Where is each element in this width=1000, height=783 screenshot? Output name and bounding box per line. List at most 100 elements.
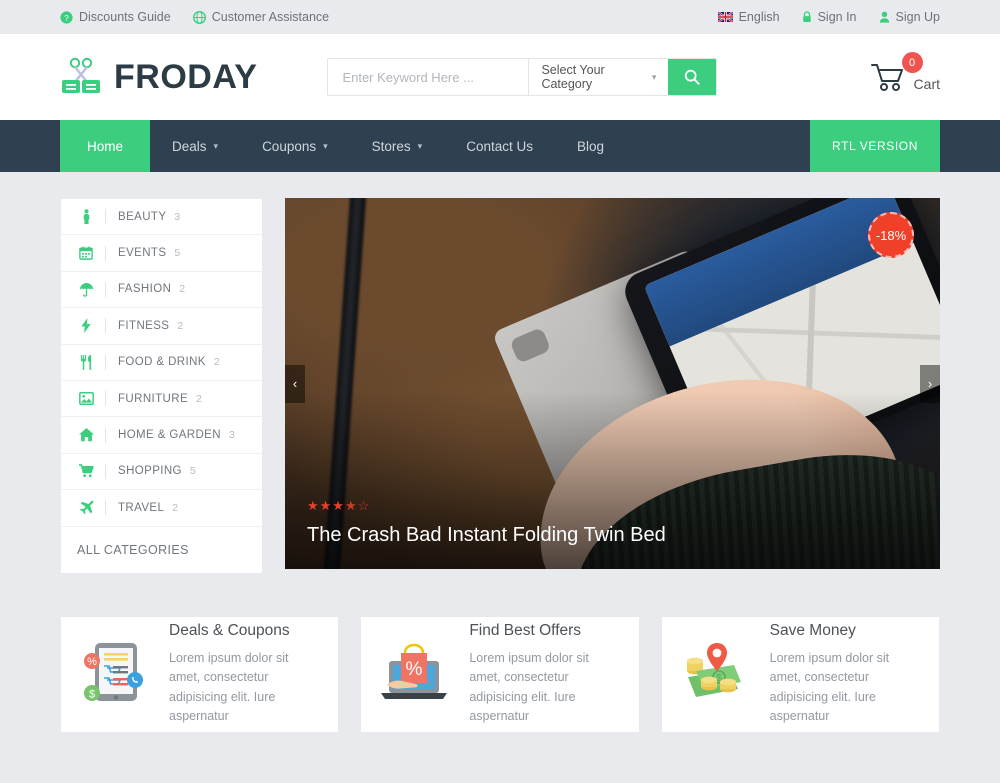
money-pin-icon: $ bbox=[678, 635, 756, 713]
category-item-food-and-drink[interactable]: FOOD & DRINK 2 bbox=[61, 345, 262, 381]
hero-title: The Crash Bad Instant Folding Twin Bed bbox=[307, 524, 666, 546]
feature-card-text: Save Money Lorem ipsum dolor sit amet, c… bbox=[770, 622, 923, 727]
category-item-shopping[interactable]: SHOPPING 5 bbox=[61, 454, 262, 491]
hero-caption: ★★★★☆ The Crash Bad Instant Folding Twin… bbox=[307, 498, 666, 547]
category-label: TRAVEL bbox=[118, 501, 165, 514]
category-item-furniture[interactable]: FURNITURE 2 bbox=[61, 381, 262, 418]
cart-button[interactable]: 0 Cart bbox=[870, 52, 940, 93]
chevron-down-icon: ▾ bbox=[213, 140, 219, 151]
category-count: 5 bbox=[174, 247, 181, 260]
topbar-link-discounts-guide[interactable]: ? Discounts Guide bbox=[60, 10, 171, 24]
chevron-down-icon: ▾ bbox=[417, 140, 423, 151]
chevron-down-icon: ▾ bbox=[651, 71, 657, 82]
chevron-right-icon: › bbox=[927, 376, 933, 391]
category-item-fitness[interactable]: FITNESS 2 bbox=[61, 308, 262, 345]
nav-label: Home bbox=[87, 138, 124, 154]
image-icon bbox=[75, 392, 97, 406]
user-icon bbox=[879, 11, 890, 23]
svg-text:?: ? bbox=[64, 13, 69, 22]
sign-in-link[interactable]: Sign In bbox=[802, 10, 857, 24]
laptop-shopping-bag-icon: % bbox=[377, 635, 455, 713]
category-item-home-and-garden[interactable]: HOME & GARDEN 3 bbox=[61, 417, 262, 454]
cart-count-badge: 0 bbox=[901, 52, 923, 73]
feature-description: Lorem ipsum dolor sit amet, consectetur … bbox=[469, 650, 589, 723]
category-item-beauty[interactable]: BEAUTY 3 bbox=[61, 199, 262, 236]
category-label: BEAUTY bbox=[118, 210, 167, 223]
nav-label: Coupons bbox=[262, 138, 317, 154]
logo[interactable]: FRODAY bbox=[60, 56, 257, 98]
nav-item-stores[interactable]: Stores ▾ bbox=[350, 120, 445, 172]
feature-card-deals-coupons: % $ Deals & Coupons Lorem ipsum dolor si… bbox=[60, 615, 340, 733]
svg-text:%: % bbox=[87, 656, 97, 668]
category-count: 3 bbox=[228, 429, 235, 442]
calendar-icon bbox=[75, 246, 97, 260]
topbar-link-label: Customer Assistance bbox=[211, 10, 330, 24]
search-input[interactable] bbox=[328, 59, 529, 95]
category-count: 2 bbox=[196, 392, 202, 405]
category-count: 2 bbox=[172, 501, 179, 514]
category-label: SHOPPING bbox=[118, 465, 182, 478]
nav-item-deals[interactable]: Deals ▾ bbox=[150, 120, 240, 172]
feature-description: Lorem ipsum dolor sit amet, consectetur … bbox=[769, 650, 890, 723]
home-icon bbox=[75, 428, 97, 442]
nav-label: Blog bbox=[576, 138, 605, 154]
discount-badge: -18% bbox=[868, 212, 914, 258]
category-item-fashion[interactable]: FASHION 2 bbox=[61, 272, 262, 309]
lock-icon bbox=[802, 11, 812, 23]
divider bbox=[105, 500, 106, 516]
category-sidebar: BEAUTY 3 EVENTS 5 FASHION 2 FITNESS 2 FO… bbox=[60, 198, 263, 574]
chevron-left-icon: ‹ bbox=[292, 376, 298, 391]
search-icon bbox=[684, 69, 701, 85]
nav-item-coupons[interactable]: Coupons ▾ bbox=[240, 120, 350, 172]
rtl-version-button[interactable]: RTL VERSION bbox=[810, 120, 940, 172]
category-count: 2 bbox=[213, 356, 220, 369]
feature-card-text: Find Best Offers Lorem ipsum dolor sit a… bbox=[469, 622, 622, 727]
sign-in-label: Sign In bbox=[817, 10, 857, 24]
topbar-link-label: Discounts Guide bbox=[79, 10, 171, 24]
hero-slider: -18% ★★★★☆ The Crash Bad Instant Folding… bbox=[285, 198, 940, 569]
divider bbox=[105, 391, 106, 407]
all-categories-link[interactable]: ALL CATEGORIES bbox=[61, 527, 262, 573]
topbar-link-customer-assistance[interactable]: Customer Assistance bbox=[192, 10, 330, 24]
search-button[interactable] bbox=[668, 59, 717, 95]
divider bbox=[105, 281, 106, 297]
search-bar: Select Your Category ▾ bbox=[327, 58, 718, 96]
divider bbox=[105, 427, 106, 443]
category-count: 3 bbox=[174, 210, 181, 223]
feature-card-text: Deals & Coupons Lorem ipsum dolor sit am… bbox=[169, 622, 322, 727]
category-select[interactable]: Select Your Category ▾ bbox=[528, 59, 668, 95]
nav-item-home[interactable]: Home bbox=[60, 120, 151, 172]
feature-card-find-best-offers: % Find Best Offers Lorem ipsum dolor sit… bbox=[360, 615, 640, 733]
category-item-travel[interactable]: TRAVEL 2 bbox=[61, 490, 262, 527]
nav-item-contact-us[interactable]: Contact Us bbox=[444, 120, 555, 172]
sign-up-link[interactable]: Sign Up bbox=[879, 10, 940, 24]
language-selector[interactable]: English bbox=[717, 10, 780, 24]
tablet-deals-icon: % $ bbox=[77, 635, 155, 713]
feature-title: Find Best Offers bbox=[469, 621, 582, 639]
uk-flag-icon bbox=[717, 12, 733, 22]
category-label: HOME & GARDEN bbox=[118, 429, 221, 442]
plane-icon bbox=[75, 500, 97, 515]
category-select-label: Select Your Category bbox=[541, 63, 605, 91]
bolt-icon bbox=[75, 318, 97, 334]
svg-text:%: % bbox=[406, 659, 423, 680]
category-label: FITNESS bbox=[118, 319, 170, 332]
category-item-events[interactable]: EVENTS 5 bbox=[61, 235, 262, 272]
rating-stars: ★★★★☆ bbox=[307, 498, 371, 513]
divider bbox=[105, 245, 106, 261]
cutlery-icon bbox=[75, 354, 97, 370]
person-beauty-icon bbox=[75, 209, 97, 225]
slider-next-button[interactable]: › bbox=[920, 364, 940, 403]
cart-icon bbox=[75, 464, 97, 478]
nav-item-blog[interactable]: Blog bbox=[555, 120, 626, 172]
top-bar-right-links: English Sign In Sign Up bbox=[717, 10, 940, 24]
nav-label: Stores bbox=[371, 138, 411, 154]
divider bbox=[105, 318, 106, 334]
slider-prev-button[interactable]: ‹ bbox=[285, 364, 305, 403]
cart-label: Cart bbox=[913, 76, 940, 92]
divider bbox=[105, 354, 106, 370]
main-content: BEAUTY 3 EVENTS 5 FASHION 2 FITNESS 2 FO… bbox=[0, 172, 1000, 574]
site-header: FRODAY Select Your Category ▾ bbox=[0, 34, 1000, 120]
main-navigation: Home Deals ▾ Coupons ▾ Stores ▾ Contact … bbox=[0, 120, 1000, 172]
category-label: FASHION bbox=[118, 283, 172, 296]
